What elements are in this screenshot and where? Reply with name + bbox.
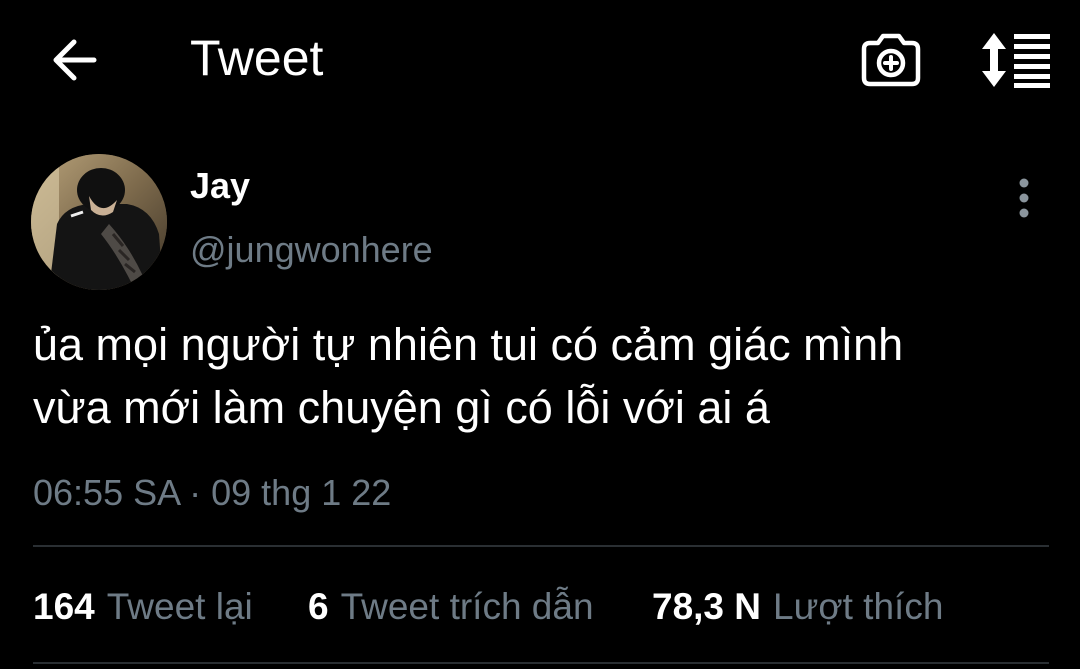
tweet-text: ủa mọi người tự nhiên tui có cảm giác mì…	[33, 313, 1053, 439]
retweets-label: Tweet lại	[106, 586, 253, 627]
likes-stat[interactable]: 78,3 N Lượt thích	[652, 583, 943, 631]
tweet-timestamp: 06:55 SA · 09 thg 1 22	[33, 472, 392, 513]
camera-plus-icon[interactable]	[860, 33, 922, 87]
quote-tweets-label: Tweet trích dẫn	[340, 586, 594, 627]
divider	[33, 662, 1049, 664]
page-title: Tweet	[190, 30, 324, 86]
retweets-count: 164	[33, 586, 95, 627]
tweet-text-line: vừa mới làm chuyện gì có lỗi với ai á	[33, 382, 770, 433]
quote-tweets-count: 6	[308, 586, 329, 627]
avatar[interactable]	[31, 154, 167, 290]
likes-count: 78,3 N	[652, 586, 762, 627]
retweets-stat[interactable]: 164 Tweet lại	[33, 583, 253, 631]
author-handle[interactable]: @jungwonhere	[190, 228, 433, 272]
tweet-text-line: ủa mọi người tự nhiên tui có cảm giác mì…	[33, 319, 904, 370]
divider	[33, 545, 1049, 547]
more-vertical-icon[interactable]	[1004, 176, 1044, 222]
arrow-left-icon[interactable]	[48, 36, 100, 84]
avatar-photo	[31, 154, 167, 290]
quote-tweets-stat[interactable]: 6 Tweet trích dẫn	[308, 583, 594, 631]
author-display-name[interactable]: Jay	[190, 164, 250, 208]
sort-list-icon[interactable]	[980, 32, 1052, 88]
likes-label: Lượt thích	[773, 586, 944, 627]
top-app-bar: Tweet	[0, 0, 1080, 120]
